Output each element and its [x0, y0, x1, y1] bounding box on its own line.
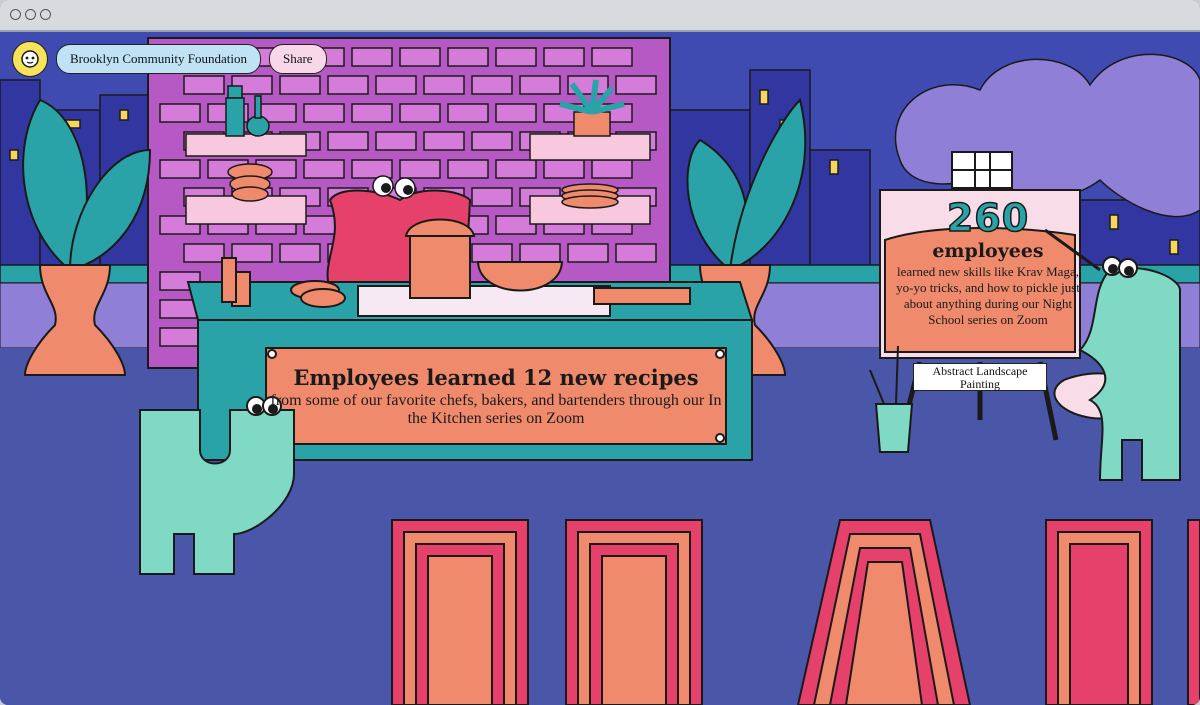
easel-plaque: Abstract Landscape Painting [913, 363, 1047, 391]
window-maximize-icon[interactable] [40, 9, 51, 20]
organization-button[interactable]: Brooklyn Community Foundation [56, 44, 261, 74]
logo-svg [21, 50, 39, 68]
kitchen-sign-title: Employees learned 12 new recipes [293, 365, 699, 390]
top-nav: Brooklyn Community Foundation Share [12, 41, 327, 77]
kitchen-sign: Employees learned 12 new recipes from so… [266, 350, 726, 444]
share-button[interactable]: Share [268, 44, 327, 74]
browser-window: Brooklyn Community Foundation Share Empl… [0, 0, 1200, 705]
kitchen-sign-body: from some of our favorite chefs, bakers,… [270, 392, 722, 427]
employee-count: 260 [946, 196, 1030, 240]
night-school-body: learned new skills like Krav Maga, yo-yo… [896, 264, 1080, 327]
window-minimize-icon[interactable] [25, 9, 36, 20]
browser-titlebar [0, 0, 1200, 32]
night-school-canvas: 260 employees learned new skills like Kr… [896, 196, 1080, 328]
employee-unit: employees [932, 240, 1044, 262]
window-close-icon[interactable] [10, 9, 21, 20]
chimp-head-icon[interactable] [12, 41, 48, 77]
